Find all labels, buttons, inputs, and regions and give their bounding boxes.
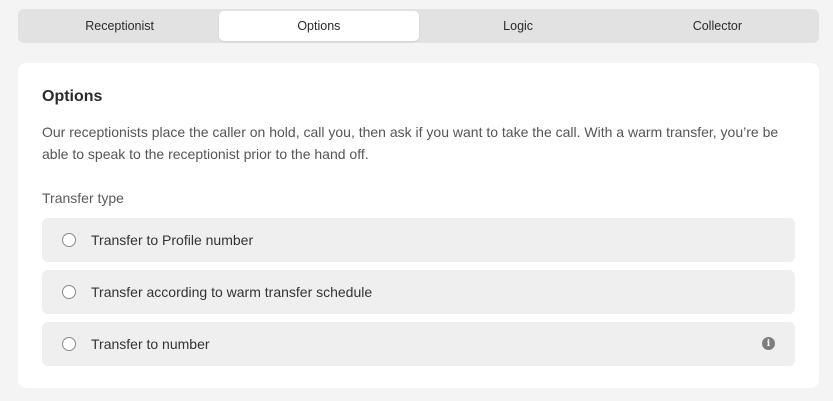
option-label: Transfer to number [91, 336, 210, 352]
tab-receptionist[interactable]: Receptionist [20, 11, 219, 41]
option-transfer-warm-schedule[interactable]: Transfer according to warm transfer sche… [42, 270, 795, 314]
option-label: Transfer according to warm transfer sche… [91, 284, 373, 300]
transfer-type-label: Transfer type [42, 190, 124, 206]
tab-collector[interactable]: Collector [618, 11, 817, 41]
radio-button[interactable] [62, 285, 76, 299]
transfer-type-options: Transfer to Profile number Transfer acco… [42, 218, 795, 366]
tab-bar: Receptionist Options Logic Collector [18, 9, 819, 43]
radio-button[interactable] [62, 337, 76, 351]
option-transfer-to-number[interactable]: Transfer to number i [42, 322, 795, 366]
radio-button[interactable] [62, 233, 76, 247]
option-transfer-to-profile-number[interactable]: Transfer to Profile number [42, 218, 795, 262]
card-title: Options [42, 88, 103, 105]
tab-logic[interactable]: Logic [419, 11, 618, 41]
options-card: Options Our receptionists place the call… [18, 63, 819, 388]
tab-options[interactable]: Options [219, 11, 419, 41]
card-description: Our receptionists place the caller on ho… [42, 124, 779, 162]
info-icon[interactable]: i [762, 337, 775, 350]
option-label: Transfer to Profile number [91, 232, 254, 248]
